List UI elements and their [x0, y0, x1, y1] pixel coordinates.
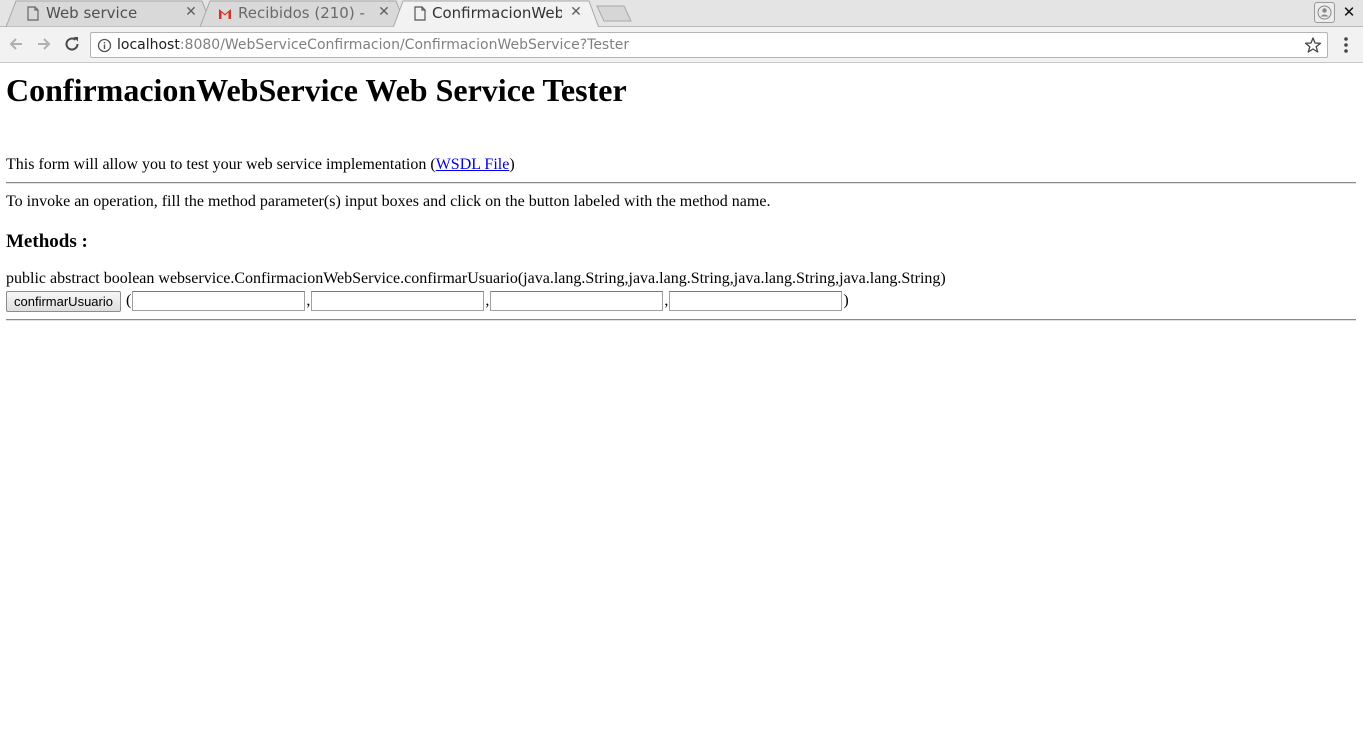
param-input-3[interactable] [490, 291, 664, 311]
info-icon[interactable] [97, 38, 112, 53]
method-form: confirmarUsuario ( , , , ) [6, 290, 1356, 312]
more-vert-icon[interactable] [1338, 35, 1354, 55]
tab-confirmacion[interactable]: ConfirmacionWeb ✕ [393, 0, 599, 27]
back-arrow-icon[interactable] [6, 34, 26, 54]
intro-text: This form will allow you to test your we… [6, 156, 436, 173]
close-icon[interactable]: ✕ [376, 4, 392, 20]
intro-paragraph: This form will allow you to test your we… [6, 156, 1356, 174]
tab-title: Recibidos (210) - [238, 4, 365, 22]
tab-title: Web service [46, 4, 138, 22]
window-close-button[interactable]: ✕ [1340, 2, 1358, 22]
new-tab-button[interactable] [596, 5, 632, 22]
tab-gmail[interactable]: Recibidos (210) - ✕ [200, 0, 406, 27]
divider [6, 319, 1356, 321]
address-bar[interactable]: localhost:8080/WebServiceConfirmacion/Co… [90, 32, 1328, 58]
page-content: ConfirmacionWebService Web Service Teste… [0, 64, 1363, 738]
tab-web-service[interactable]: Web service ✕ [6, 0, 212, 27]
page-title: ConfirmacionWebService Web Service Teste… [6, 72, 627, 108]
methods-heading: Methods : [6, 231, 88, 252]
url-host: localhost [117, 37, 180, 53]
forward-arrow-icon[interactable] [34, 34, 54, 54]
url-text[interactable]: localhost:8080/WebServiceConfirmacion/Co… [117, 37, 629, 53]
divider [6, 182, 1356, 184]
reload-icon[interactable] [62, 34, 82, 54]
wsdl-file-link[interactable]: WSDL File [436, 156, 510, 173]
method-signature: public abstract boolean webservice.Confi… [6, 270, 946, 287]
page-icon [414, 6, 426, 21]
close-icon[interactable]: ✕ [183, 4, 199, 20]
instructions-text: To invoke an operation, fill the method … [6, 193, 771, 210]
param-input-4[interactable] [669, 291, 843, 311]
intro-close: ) [509, 156, 515, 173]
close-paren: ) [843, 292, 849, 309]
close-icon[interactable]: ✕ [568, 4, 584, 20]
confirmar-usuario-button[interactable]: confirmarUsuario [6, 290, 121, 312]
person-icon [1317, 5, 1332, 20]
page-icon [27, 6, 39, 21]
param-input-1[interactable] [132, 291, 306, 311]
tab-title: ConfirmacionWeb [432, 4, 562, 22]
open-paren: ( [125, 292, 132, 309]
gmail-icon [219, 9, 231, 19]
browser-toolbar: localhost:8080/WebServiceConfirmacion/Co… [0, 27, 1363, 63]
bookmark-star-icon[interactable] [1304, 36, 1322, 54]
url-path: :8080/WebServiceConfirmacion/Confirmacio… [179, 37, 630, 53]
tab-strip: Web service ✕ Recibidos (210) - ✕ Confir… [0, 0, 1363, 27]
param-input-2[interactable] [311, 291, 485, 311]
profile-button[interactable] [1314, 2, 1335, 23]
